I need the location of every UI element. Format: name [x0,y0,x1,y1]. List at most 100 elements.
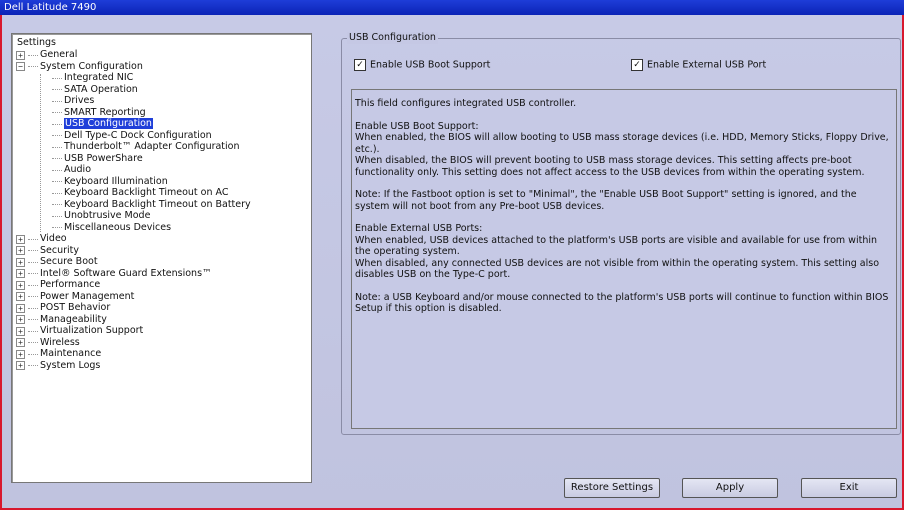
expand-icon[interactable]: + [16,234,25,244]
tree-item[interactable]: Audio [52,164,91,176]
tree-item-label: Unobtrusive Mode [64,210,151,221]
tree-connector [52,123,62,125]
tree-connector [28,353,38,355]
tree-connector [28,330,38,332]
tree-item-label: Miscellaneous Devices [64,221,172,233]
tree-item[interactable]: + Performance [16,279,100,291]
tree-item[interactable]: Thunderbolt™ Adapter Configuration [52,141,240,153]
checkmark-icon: ✓ [354,59,366,71]
tree-connector [28,238,38,240]
tree-item[interactable]: USB Configuration [52,118,153,130]
tree-item[interactable]: + POST Behavior [16,302,110,314]
tree-connector [52,77,62,79]
tree-item-label: Wireless [40,336,80,348]
tree-item-label: Drives [64,95,95,106]
tree-item[interactable]: − System Configuration [16,61,143,73]
tree-item[interactable]: Unobtrusive Mode [52,210,150,222]
expand-icon[interactable]: + [16,338,25,347]
tree-item[interactable]: + Video [16,233,67,245]
tree-item-label: Power Management [40,290,135,302]
description-paragraph: Enable USB Boot Support: When enabled, t… [355,120,889,178]
tree-item[interactable]: USB PowerShare [52,153,143,165]
description-paragraph: This field configures integrated USB con… [355,98,577,109]
enable-external-usb-port-label: Enable External USB Port [647,59,767,71]
tree-root-settings[interactable]: Settings [17,37,56,49]
tree-item-label: Manageability [40,313,107,325]
tree-connector [28,307,38,309]
expand-icon[interactable]: + [16,326,25,336]
enable-usb-boot-support-checkbox[interactable]: ✓ Enable USB Boot Support [354,59,490,72]
tree-item[interactable]: Miscellaneous Devices [52,222,171,234]
tree-item[interactable]: + Wireless [16,337,80,349]
expand-icon[interactable]: + [16,269,25,278]
tree-item-label: Keyboard Illumination [64,175,168,187]
tree-item-label: Keyboard Backlight Timeout on AC [64,187,229,198]
tree-connector [52,192,62,194]
tree-item[interactable]: Keyboard Backlight Timeout on Battery [52,199,251,211]
tree-item-label: Security [40,244,80,256]
tree-item[interactable]: + Power Management [16,291,134,303]
expand-icon[interactable]: + [16,361,25,370]
description-paragraph: Note: If the Fastboot option is set to "… [355,189,857,212]
tree-connector [28,296,38,297]
expand-icon[interactable]: + [16,246,25,255]
tree-item[interactable]: SMART Reporting [52,107,146,119]
settings-tree[interactable]: Settings + General − System Configuration In… [11,33,312,483]
expand-icon[interactable]: + [16,280,25,290]
collapse-icon[interactable]: − [16,62,25,71]
tree-connector [52,135,62,136]
expand-icon[interactable]: + [16,292,25,301]
tree-item-label: POST Behavior [40,302,111,313]
tree-item[interactable]: Dell Type-C Dock Configuration [52,130,212,142]
expand-icon[interactable]: + [16,257,25,267]
tree-item-label: Audio [64,164,92,175]
tree-item-label: USB PowerShare [64,152,143,164]
tree-item-label: Performance [40,279,101,290]
tree-item-label: System Configuration [40,60,143,72]
enable-external-usb-port-checkbox[interactable]: ✓ Enable External USB Port [631,59,766,72]
tree-item[interactable]: + Secure Boot [16,256,98,268]
tree-item[interactable]: + Security [16,245,79,257]
tree-connector [28,250,38,251]
tree-item[interactable]: + System Logs [16,360,100,372]
tree-connector [52,181,62,182]
expand-icon[interactable]: + [16,315,25,324]
tree-item-label: Intel® Software Guard Extensions™ [40,267,212,279]
tree-item-label: Video [40,233,67,244]
apply-button[interactable]: Apply [682,478,778,498]
tree-item[interactable]: SATA Operation [52,84,138,96]
tree-item-label: Virtualization Support [40,325,144,336]
window-titlebar: Dell Latitude 7490 [0,0,904,15]
tree-connector [28,365,38,366]
tree-item-label: Maintenance [40,348,102,359]
expand-icon[interactable]: + [16,349,25,359]
tree-item[interactable]: + Virtualization Support [16,325,143,337]
tree-item-label: Thunderbolt™ Adapter Configuration [64,141,240,152]
tree-item[interactable]: + Manageability [16,314,107,326]
tree-connector [52,112,62,113]
tree-root-label: Settings [17,37,56,48]
tree-connector [28,319,38,320]
tree-connector [28,66,38,67]
tree-connector [52,169,62,171]
description-paragraph: Note: a USB Keyboard and/or mouse connec… [355,291,889,315]
tree-item[interactable]: Integrated NIC [52,72,133,84]
tree-item[interactable]: Keyboard Backlight Timeout on AC [52,187,228,199]
help-description-box: This field configures integrated USB con… [351,89,897,429]
tree-item-label: USB Configuration [64,118,153,129]
tree-connector [52,204,62,205]
tree-connector [52,215,62,217]
exit-button[interactable]: Exit [801,478,897,498]
window-title: Dell Latitude 7490 [4,2,97,13]
tree-connector [28,261,38,263]
tree-item[interactable]: + Intel® Software Guard Extensions™ [16,268,212,280]
expand-icon[interactable]: + [16,50,25,60]
tree-item[interactable]: + General [16,49,77,61]
tree-item[interactable]: Drives [52,95,94,107]
tree-connector [52,146,62,148]
restore-settings-button[interactable]: Restore Settings [564,478,660,498]
expand-icon[interactable]: + [16,303,25,313]
tree-item[interactable]: Keyboard Illumination [52,176,168,188]
enable-usb-boot-support-label: Enable USB Boot Support [370,59,491,71]
tree-item[interactable]: + Maintenance [16,348,101,360]
